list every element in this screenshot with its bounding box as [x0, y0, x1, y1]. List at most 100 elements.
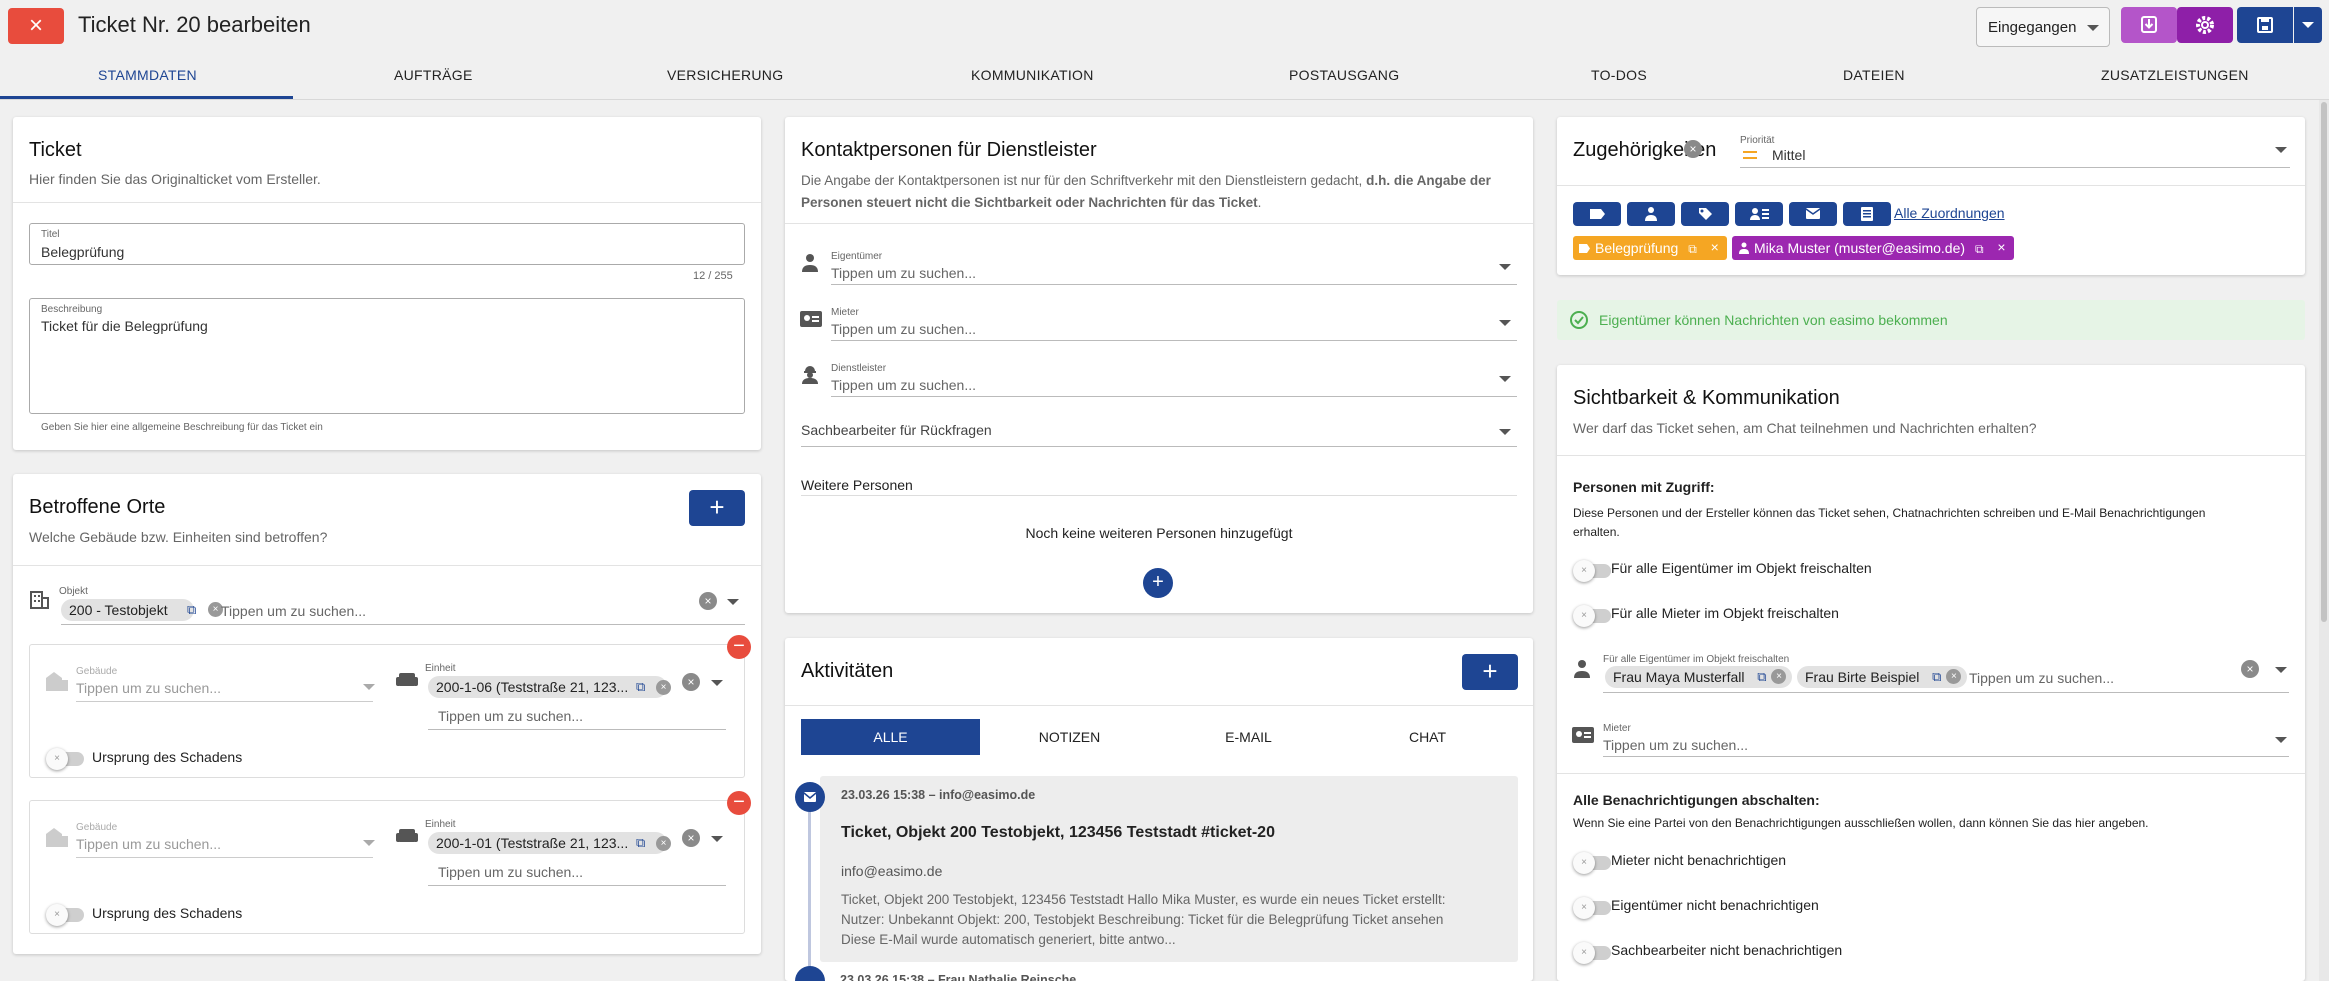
- add-person-button[interactable]: +: [1143, 568, 1173, 598]
- eigentuemer-underline: [831, 284, 1517, 285]
- open-external-icon[interactable]: ⧉: [1688, 242, 1697, 256]
- close-icon: ×: [46, 904, 68, 926]
- assign-mail-button[interactable]: [1789, 202, 1837, 226]
- einheit-underline: [428, 885, 726, 886]
- assign-person-button[interactable]: [1627, 202, 1675, 226]
- tab-stammdaten[interactable]: STAMMDATEN: [98, 67, 197, 83]
- settings-button[interactable]: [2177, 7, 2233, 43]
- chevron-down-icon[interactable]: [2275, 737, 2287, 743]
- sachbearbeiter-select[interactable]: Sachbearbeiter für Rückfragen: [801, 422, 992, 438]
- tab-dateien[interactable]: DATEIEN: [1843, 67, 1905, 83]
- open-external-icon[interactable]: ⧉: [636, 679, 645, 695]
- activity-tab-chat[interactable]: CHAT: [1338, 719, 1517, 755]
- chevron-down-icon[interactable]: [363, 684, 375, 690]
- einheit-chip[interactable]: 200-1-01 (Teststraße 21, 123...: [428, 832, 667, 854]
- toggle-notif-sachbearbeiter[interactable]: ×: [1573, 942, 1611, 964]
- mieter-placeholder: Tippen um zu suchen...: [831, 321, 977, 337]
- activity-tab-email[interactable]: E-MAIL: [1159, 719, 1338, 755]
- remove-unit-button[interactable]: −: [727, 635, 751, 659]
- chevron-down-icon[interactable]: [363, 840, 375, 846]
- no-persons-text: Noch keine weiteren Personen hinzugefügt: [1025, 525, 1293, 541]
- tab-auftraege[interactable]: AUFTRÄGE: [394, 67, 473, 83]
- open-external-icon[interactable]: ⧉: [636, 835, 645, 851]
- ticket-subtitle: Hier finden Sie das Originalticket vom E…: [29, 171, 321, 187]
- orte-subtitle: Welche Gebäude bzw. Einheiten sind betro…: [29, 529, 328, 545]
- tab-todos[interactable]: TO-DOS: [1591, 67, 1647, 83]
- toggle-mieter[interactable]: ×: [1573, 605, 1611, 627]
- divider: [785, 705, 1533, 706]
- save-icon: [2257, 17, 2273, 33]
- toggle-notif-eigentuemer[interactable]: ×: [1573, 897, 1611, 919]
- status-select[interactable]: Eingegangen: [1976, 7, 2110, 47]
- tab-versicherung[interactable]: VERSICHERUNG: [667, 67, 783, 83]
- gebaeude-label: Gebäude: [76, 822, 118, 833]
- download-button[interactable]: [2121, 7, 2177, 43]
- mieter-underline: [1603, 756, 2289, 757]
- toggle-eigentuemer[interactable]: ×: [1573, 560, 1611, 582]
- open-external-icon[interactable]: ⧉: [187, 602, 196, 618]
- titel-field[interactable]: Titel Belegprüfung: [29, 223, 745, 265]
- chip-remove-icon[interactable]: ×: [656, 836, 671, 851]
- tab-kommunikation[interactable]: KOMMUNIKATION: [971, 67, 1094, 83]
- plus-icon: +: [1152, 571, 1164, 593]
- ursprung-toggle[interactable]: ×: [46, 748, 84, 770]
- scrollbar[interactable]: [2319, 100, 2329, 981]
- clear-icon[interactable]: ×: [1684, 140, 1702, 158]
- assign-contact-button[interactable]: [1735, 202, 1783, 226]
- status-value: Eingegangen: [1988, 19, 2077, 36]
- chevron-down-icon[interactable]: [1499, 264, 1511, 270]
- owner-chip[interactable]: Frau Maya Musterfall ⧉ ×: [1605, 666, 1793, 688]
- tab-postausgang[interactable]: POSTAUSGANG: [1289, 67, 1399, 83]
- scrollbar-thumb[interactable]: [2321, 102, 2327, 622]
- einheit-chip[interactable]: 200-1-06 (Teststraße 21, 123...: [428, 676, 667, 698]
- assign-ticket-button[interactable]: [1573, 202, 1621, 226]
- assign-tag-button[interactable]: [1681, 202, 1729, 226]
- gebaeude-underline: [76, 701, 373, 702]
- activity-tab-alle[interactable]: ALLE: [801, 719, 980, 755]
- alle-zuordnungen-link[interactable]: Alle Zuordnungen: [1894, 205, 2005, 221]
- open-external-icon[interactable]: ⧉: [1932, 669, 1941, 685]
- chevron-down-icon[interactable]: [711, 836, 723, 842]
- save-button[interactable]: [2237, 7, 2293, 43]
- open-external-icon[interactable]: ⧉: [1975, 242, 1984, 256]
- clear-icon[interactable]: ×: [2241, 660, 2259, 678]
- toggle-notif-mieter[interactable]: ×: [1573, 852, 1611, 874]
- activity-tab-notizen[interactable]: NOTIZEN: [980, 719, 1159, 755]
- user-chip-label: Mika Muster (muster@easimo.de): [1754, 240, 1966, 256]
- remove-unit-button[interactable]: −: [727, 791, 751, 815]
- user-chip[interactable]: Mika Muster (muster@easimo.de) ⧉ ×: [1732, 236, 2014, 260]
- tab-zusatzleistungen[interactable]: ZUSATZLEISTUNGEN: [2101, 67, 2249, 83]
- chevron-down-icon[interactable]: [1499, 376, 1511, 382]
- chip-remove-icon[interactable]: ×: [1771, 669, 1787, 684]
- chip-remove-icon[interactable]: ×: [1946, 669, 1962, 684]
- chevron-down-icon[interactable]: [1499, 429, 1511, 435]
- ursprung-toggle[interactable]: ×: [46, 904, 84, 926]
- chevron-down-icon[interactable]: [711, 680, 723, 686]
- activity-entry[interactable]: 23.03.26 15:38 – info@easimo.de Ticket, …: [820, 776, 1518, 962]
- close-button[interactable]: ×: [8, 8, 64, 44]
- save-menu-button[interactable]: [2294, 7, 2322, 43]
- assign-document-button[interactable]: [1843, 202, 1891, 226]
- chevron-down-icon[interactable]: [727, 599, 739, 605]
- add-activity-button[interactable]: +: [1462, 654, 1518, 690]
- objekt-underline: [61, 624, 745, 625]
- add-ort-button[interactable]: +: [689, 490, 745, 526]
- objekt-chip[interactable]: 200 - Testobjekt ⧉ ×: [61, 599, 223, 621]
- owner-underline: [1603, 692, 2289, 693]
- zugriff-desc-line: erhalten.: [1573, 525, 1620, 539]
- divider: [1557, 185, 2305, 186]
- clear-icon[interactable]: ×: [699, 592, 717, 610]
- owner-chip[interactable]: Frau Birte Beispiel ⧉ ×: [1797, 666, 1968, 688]
- open-external-icon[interactable]: ⧉: [1757, 669, 1766, 685]
- ticket-chip[interactable]: Belegprüfung ⧉ ×: [1573, 236, 1727, 260]
- clear-icon[interactable]: ×: [682, 673, 700, 691]
- beschreibung-field[interactable]: Beschreibung Ticket für die Belegprüfung: [29, 298, 745, 414]
- chip-remove-icon[interactable]: ×: [1711, 239, 1719, 255]
- chip-remove-icon[interactable]: ×: [1997, 239, 2005, 255]
- chevron-down-icon[interactable]: [2275, 667, 2287, 673]
- chevron-down-icon[interactable]: [2275, 147, 2287, 153]
- chip-remove-icon[interactable]: ×: [656, 680, 671, 695]
- chevron-down-icon[interactable]: [1499, 320, 1511, 326]
- clear-icon[interactable]: ×: [682, 829, 700, 847]
- ticket-card: Ticket Hier finden Sie das Originalticke…: [13, 117, 761, 450]
